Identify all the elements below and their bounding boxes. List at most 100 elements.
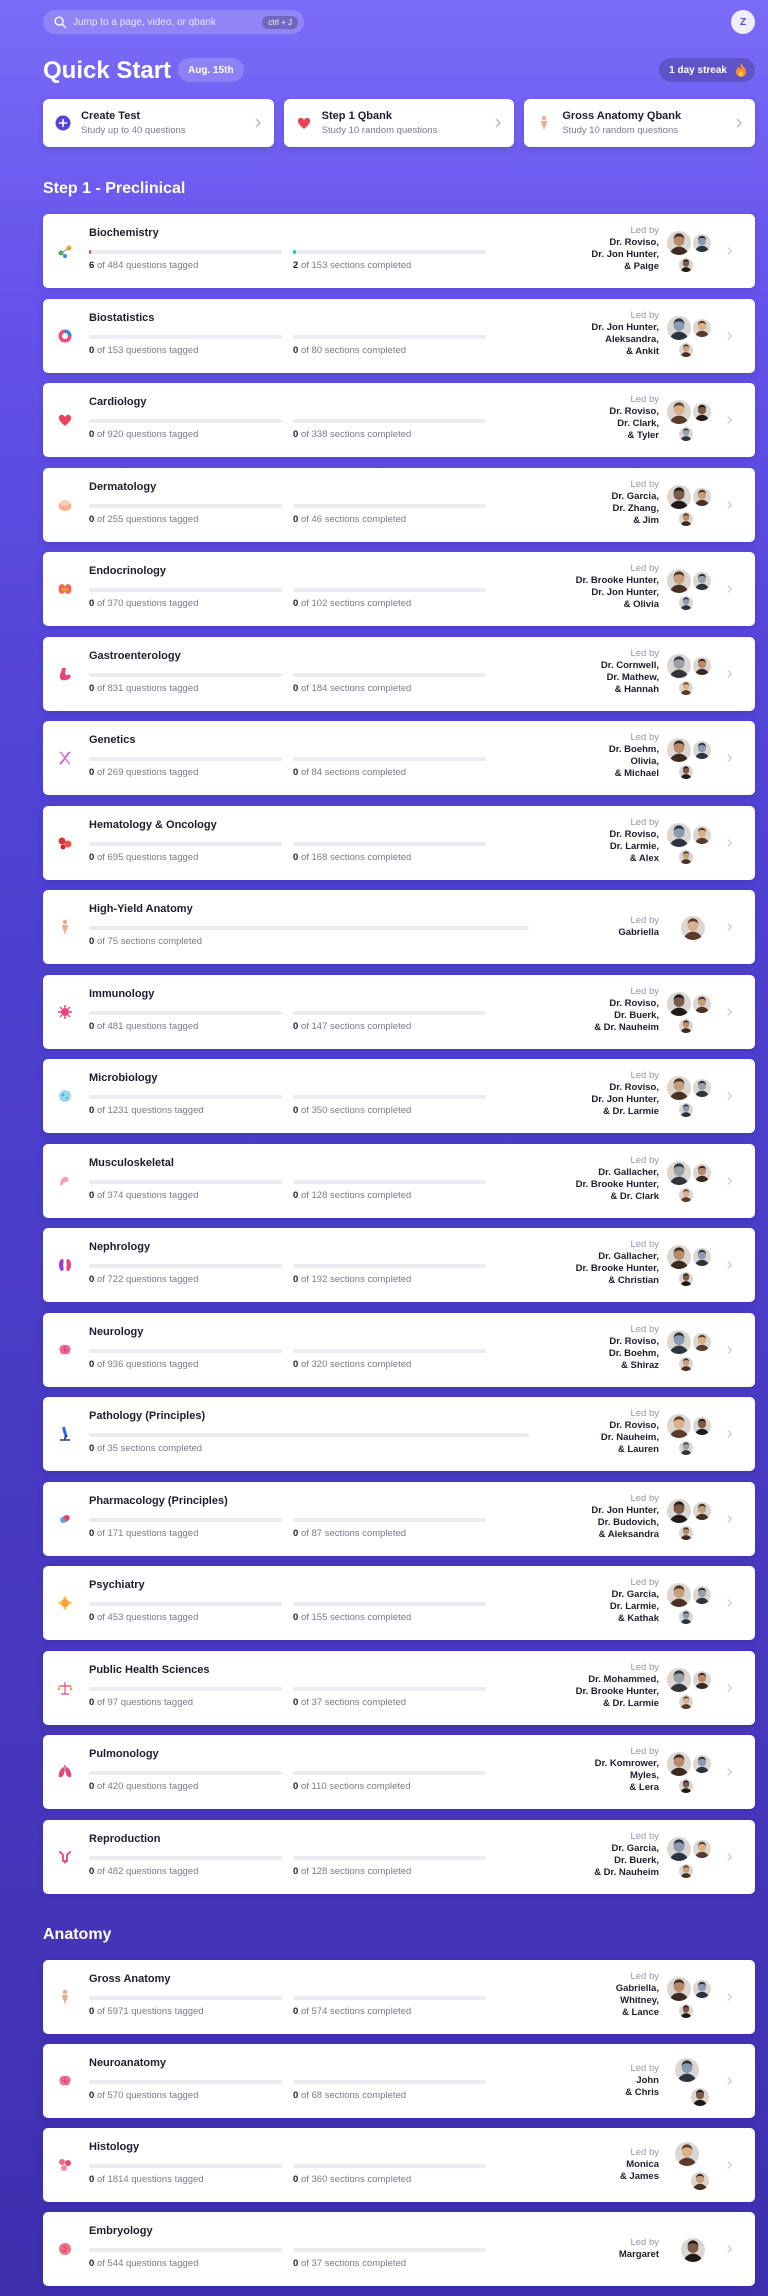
course-card-high-yield-anatomy[interactable]: High-Yield Anatomy 0 of 75 sections compl… bbox=[43, 890, 755, 964]
chevron-right-icon bbox=[727, 1092, 733, 1100]
questions-progress-bar bbox=[89, 757, 282, 761]
course-card-endocrinology[interactable]: Endocrinology 0 of 370 questions tagged 0 … bbox=[43, 552, 755, 626]
leader-avatars bbox=[665, 1747, 717, 1799]
questions-progress-bar bbox=[89, 1518, 282, 1522]
leader-name: Dr. Roviso, bbox=[609, 829, 659, 840]
avatar bbox=[677, 1270, 695, 1288]
course-card-reproduction[interactable]: Reproduction 0 of 482 questions tagged 0 o… bbox=[43, 1820, 755, 1894]
sections-text: of 128 sections completed bbox=[300, 1190, 412, 1201]
course-card-pathology-principles[interactable]: Pathology (Principles) 0 of 35 sections c… bbox=[43, 1397, 755, 1471]
course-card-biostatistics[interactable]: Biostatistics 0 of 153 questions tagged 0 … bbox=[43, 299, 755, 373]
course-card-gastroenterology[interactable]: Gastroenterology 0 of 831 questions tagge… bbox=[43, 637, 755, 711]
led-by-label: Led by bbox=[630, 986, 659, 997]
led-by: Led by Dr. Roviso, Dr. Buerk, & Dr. Nauheim bbox=[594, 986, 659, 1034]
sections-stat: 0 of 84 sections completed bbox=[293, 767, 406, 778]
uterus-icon bbox=[58, 1851, 72, 1864]
course-card-hematology-oncology[interactable]: Hematology & Oncology 0 of 695 questions … bbox=[43, 806, 755, 880]
sections-done: 0 bbox=[293, 1697, 299, 1708]
course-name: Genetics bbox=[89, 734, 136, 746]
top-bar: ctrl + J Z bbox=[43, 10, 755, 44]
sections-stat: 0 of 37 sections completed bbox=[293, 1697, 406, 1708]
course-card-musculoskeletal[interactable]: Musculoskeletal 0 of 374 questions tagged… bbox=[43, 1144, 755, 1218]
quick-title: Step 1 Qbank bbox=[321, 110, 392, 122]
leader-name: Dr. Boehm, bbox=[608, 744, 659, 755]
sections-text: of 80 sections completed bbox=[300, 345, 407, 356]
leader-name: Dr. Larmie, bbox=[609, 1601, 659, 1612]
course-card-dermatology[interactable]: Dermatology 0 of 255 questions tagged 0 of… bbox=[43, 468, 755, 542]
questions-done: 0 bbox=[89, 1697, 95, 1708]
leader-name: Dr. Cornwell, bbox=[600, 660, 659, 671]
streak-badge[interactable]: 1 day streak bbox=[659, 58, 755, 82]
course-name: Dermatology bbox=[89, 481, 157, 493]
sections-text: of 338 sections completed bbox=[300, 429, 412, 440]
chevron-right-icon bbox=[727, 332, 733, 340]
led-by: Led by Dr. Jon Hunter, Dr. Budovich, & Alek… bbox=[591, 1493, 659, 1541]
course-card-genetics[interactable]: Genetics 0 of 269 questions tagged 0 of 84… bbox=[43, 721, 755, 795]
step1-qbank-card[interactable]: Step 1 Qbank Study 10 random questions bbox=[283, 99, 515, 147]
leader-avatars bbox=[665, 1972, 717, 2024]
lungs-icon bbox=[58, 1765, 72, 1778]
gross-anatomy-qbank-card[interactable]: Gross Anatomy Qbank Study 10 random quest… bbox=[524, 99, 756, 147]
led-by-label: Led by bbox=[630, 225, 659, 236]
avatar bbox=[665, 567, 693, 595]
sections-text: of 35 sections completed bbox=[96, 1443, 203, 1454]
questions-text: of 482 questions tagged bbox=[96, 1866, 199, 1877]
questions-text: of 370 questions tagged bbox=[96, 598, 199, 609]
questions-text: of 5971 questions tagged bbox=[96, 2006, 204, 2017]
questions-done: 6 bbox=[89, 260, 95, 271]
questions-progress-bar bbox=[89, 1602, 282, 1606]
course-card-nephrology[interactable]: Nephrology 0 of 722 questions tagged 0 of … bbox=[43, 1228, 755, 1302]
leader-name: & Alex bbox=[629, 853, 659, 864]
course-card-gross-anatomy[interactable]: Gross Anatomy 0 of 5971 questions tagged 0… bbox=[43, 1960, 755, 2034]
brain-icon bbox=[59, 1344, 71, 1355]
leader-name: Dr. Garcia, bbox=[611, 1589, 659, 1600]
leader-avatars bbox=[665, 2224, 717, 2276]
leader-avatars bbox=[665, 902, 717, 954]
leader-name: Dr. Roviso, bbox=[609, 237, 659, 248]
questions-progress-bar bbox=[89, 1011, 282, 1015]
course-card-immunology[interactable]: Immunology 0 of 481 questions tagged 0 of … bbox=[43, 975, 755, 1049]
course-card-histology[interactable]: Histology 0 of 1814 questions tagged 0 of … bbox=[43, 2128, 755, 2202]
questions-progress-bar bbox=[89, 2164, 282, 2168]
led-by-label: Led by bbox=[630, 479, 659, 490]
avatar bbox=[665, 1328, 693, 1356]
course-card-biochemistry[interactable]: Biochemistry 6 of 484 questions tagged 2 o… bbox=[43, 214, 755, 288]
leader-name: & Dr. Clark bbox=[610, 1191, 659, 1202]
course-card-psychiatry[interactable]: Psychiatry 0 of 453 questions tagged 0 of … bbox=[43, 1566, 755, 1640]
course-card-pharmacology-principles[interactable]: Pharmacology (Principles) 0 of 171 questi… bbox=[43, 1482, 755, 1556]
sections-text: of 87 sections completed bbox=[300, 1528, 407, 1539]
search-input[interactable] bbox=[73, 16, 263, 28]
avatar bbox=[665, 1975, 693, 2003]
shortcut-hint: ctrl + J bbox=[262, 15, 298, 29]
course-card-microbiology[interactable]: Microbiology 0 of 1231 questions tagged 0 … bbox=[43, 1059, 755, 1133]
sections-done: 0 bbox=[293, 1190, 299, 1201]
leader-name: Dr. Clark, bbox=[617, 418, 659, 429]
course-card-embryology[interactable]: Embryology 0 of 544 questions tagged 0 of … bbox=[43, 2212, 755, 2286]
questions-text: of 544 questions tagged bbox=[96, 2258, 199, 2269]
sections-stat: 0 of 68 sections completed bbox=[293, 2090, 406, 2101]
course-card-neurology[interactable]: Neurology 0 of 936 questions tagged 0 of 3… bbox=[43, 1313, 755, 1387]
virus-icon bbox=[58, 1005, 72, 1019]
sections-text: of 147 sections completed bbox=[300, 1021, 412, 1032]
leader-name: & Christian bbox=[608, 1275, 659, 1286]
questions-text: of 481 questions tagged bbox=[96, 1021, 199, 1032]
led-by: Led by Dr. Roviso, Dr. Boehm, & Shiraz bbox=[609, 1324, 659, 1372]
course-card-neuroanatomy[interactable]: Neuroanatomy 0 of 570 questions tagged 0 o… bbox=[43, 2044, 755, 2118]
arm-icon bbox=[60, 1176, 69, 1186]
quick-subtitle: Study up to 40 questions bbox=[81, 125, 186, 136]
user-avatar[interactable]: Z bbox=[731, 10, 755, 34]
leader-name: Dr. Roviso, bbox=[609, 1420, 659, 1431]
course-card-pulmonology[interactable]: Pulmonology 0 of 420 questions tagged 0 of… bbox=[43, 1735, 755, 1809]
questions-text: of 97 questions tagged bbox=[96, 1697, 194, 1708]
avatar bbox=[691, 1838, 713, 1860]
leader-avatars bbox=[665, 1578, 717, 1630]
create-test-card[interactable]: Create Test Study up to 40 questions bbox=[43, 99, 274, 147]
questions-stat: 0 of 722 questions tagged bbox=[89, 1274, 198, 1285]
led-by: Led by Margaret bbox=[619, 2237, 659, 2261]
sections-stat: 0 of 320 sections completed bbox=[293, 1359, 411, 1370]
course-card-public-health-sciences[interactable]: Public Health Sciences 0 of 97 questions … bbox=[43, 1651, 755, 1725]
search-bar[interactable]: ctrl + J bbox=[43, 10, 304, 34]
course-card-cardiology[interactable]: Cardiology 0 of 920 questions tagged 0 of … bbox=[43, 383, 755, 457]
questions-done: 0 bbox=[89, 683, 95, 694]
questions-done: 0 bbox=[89, 1866, 95, 1877]
